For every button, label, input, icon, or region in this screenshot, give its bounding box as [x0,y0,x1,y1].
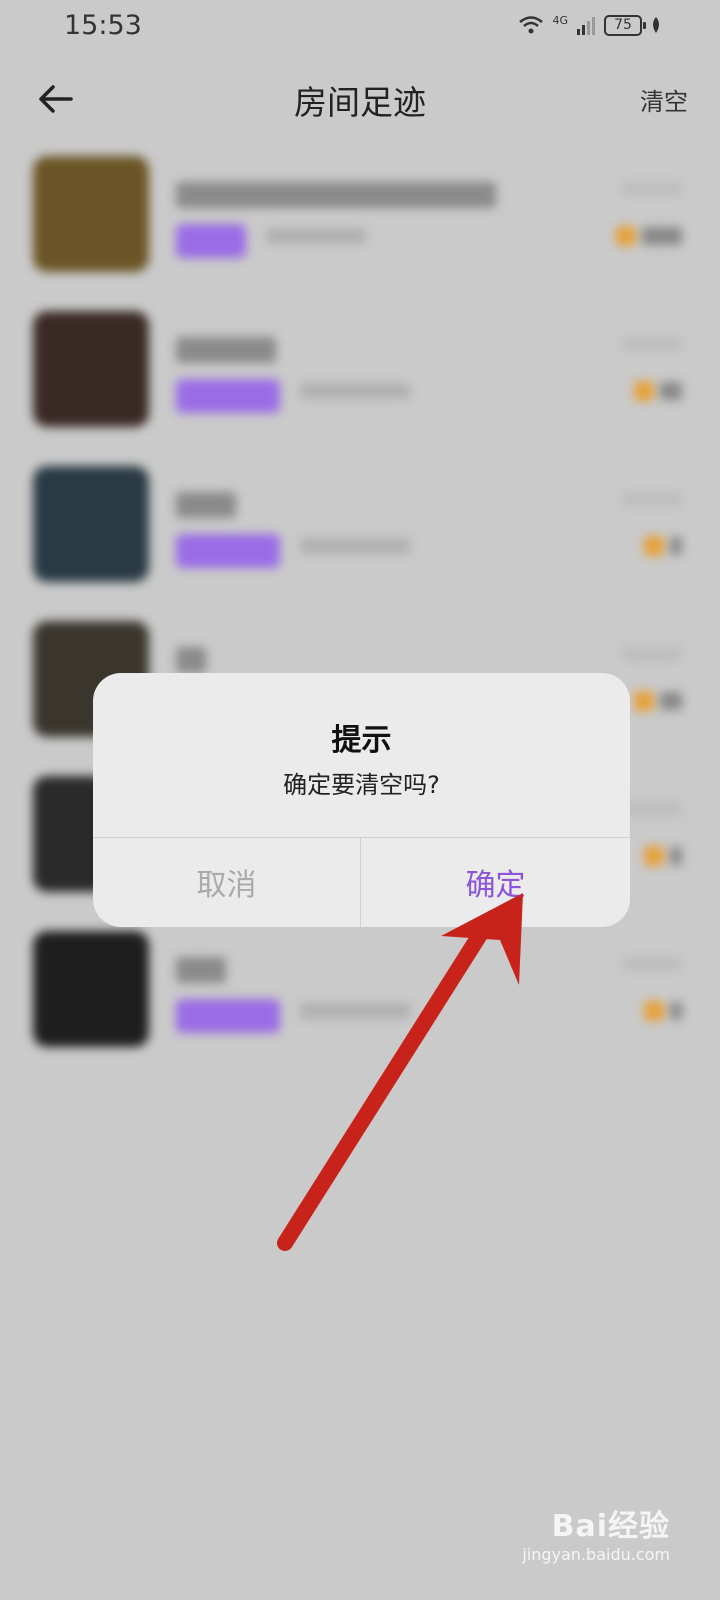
watermark: Bai经验 jingyan.baidu.com [522,1501,670,1564]
watermark-logo: Bai经验 [551,1509,670,1544]
annotation-arrow-icon [277,893,523,1251]
watermark-url: jingyan.baidu.com [522,1545,670,1564]
